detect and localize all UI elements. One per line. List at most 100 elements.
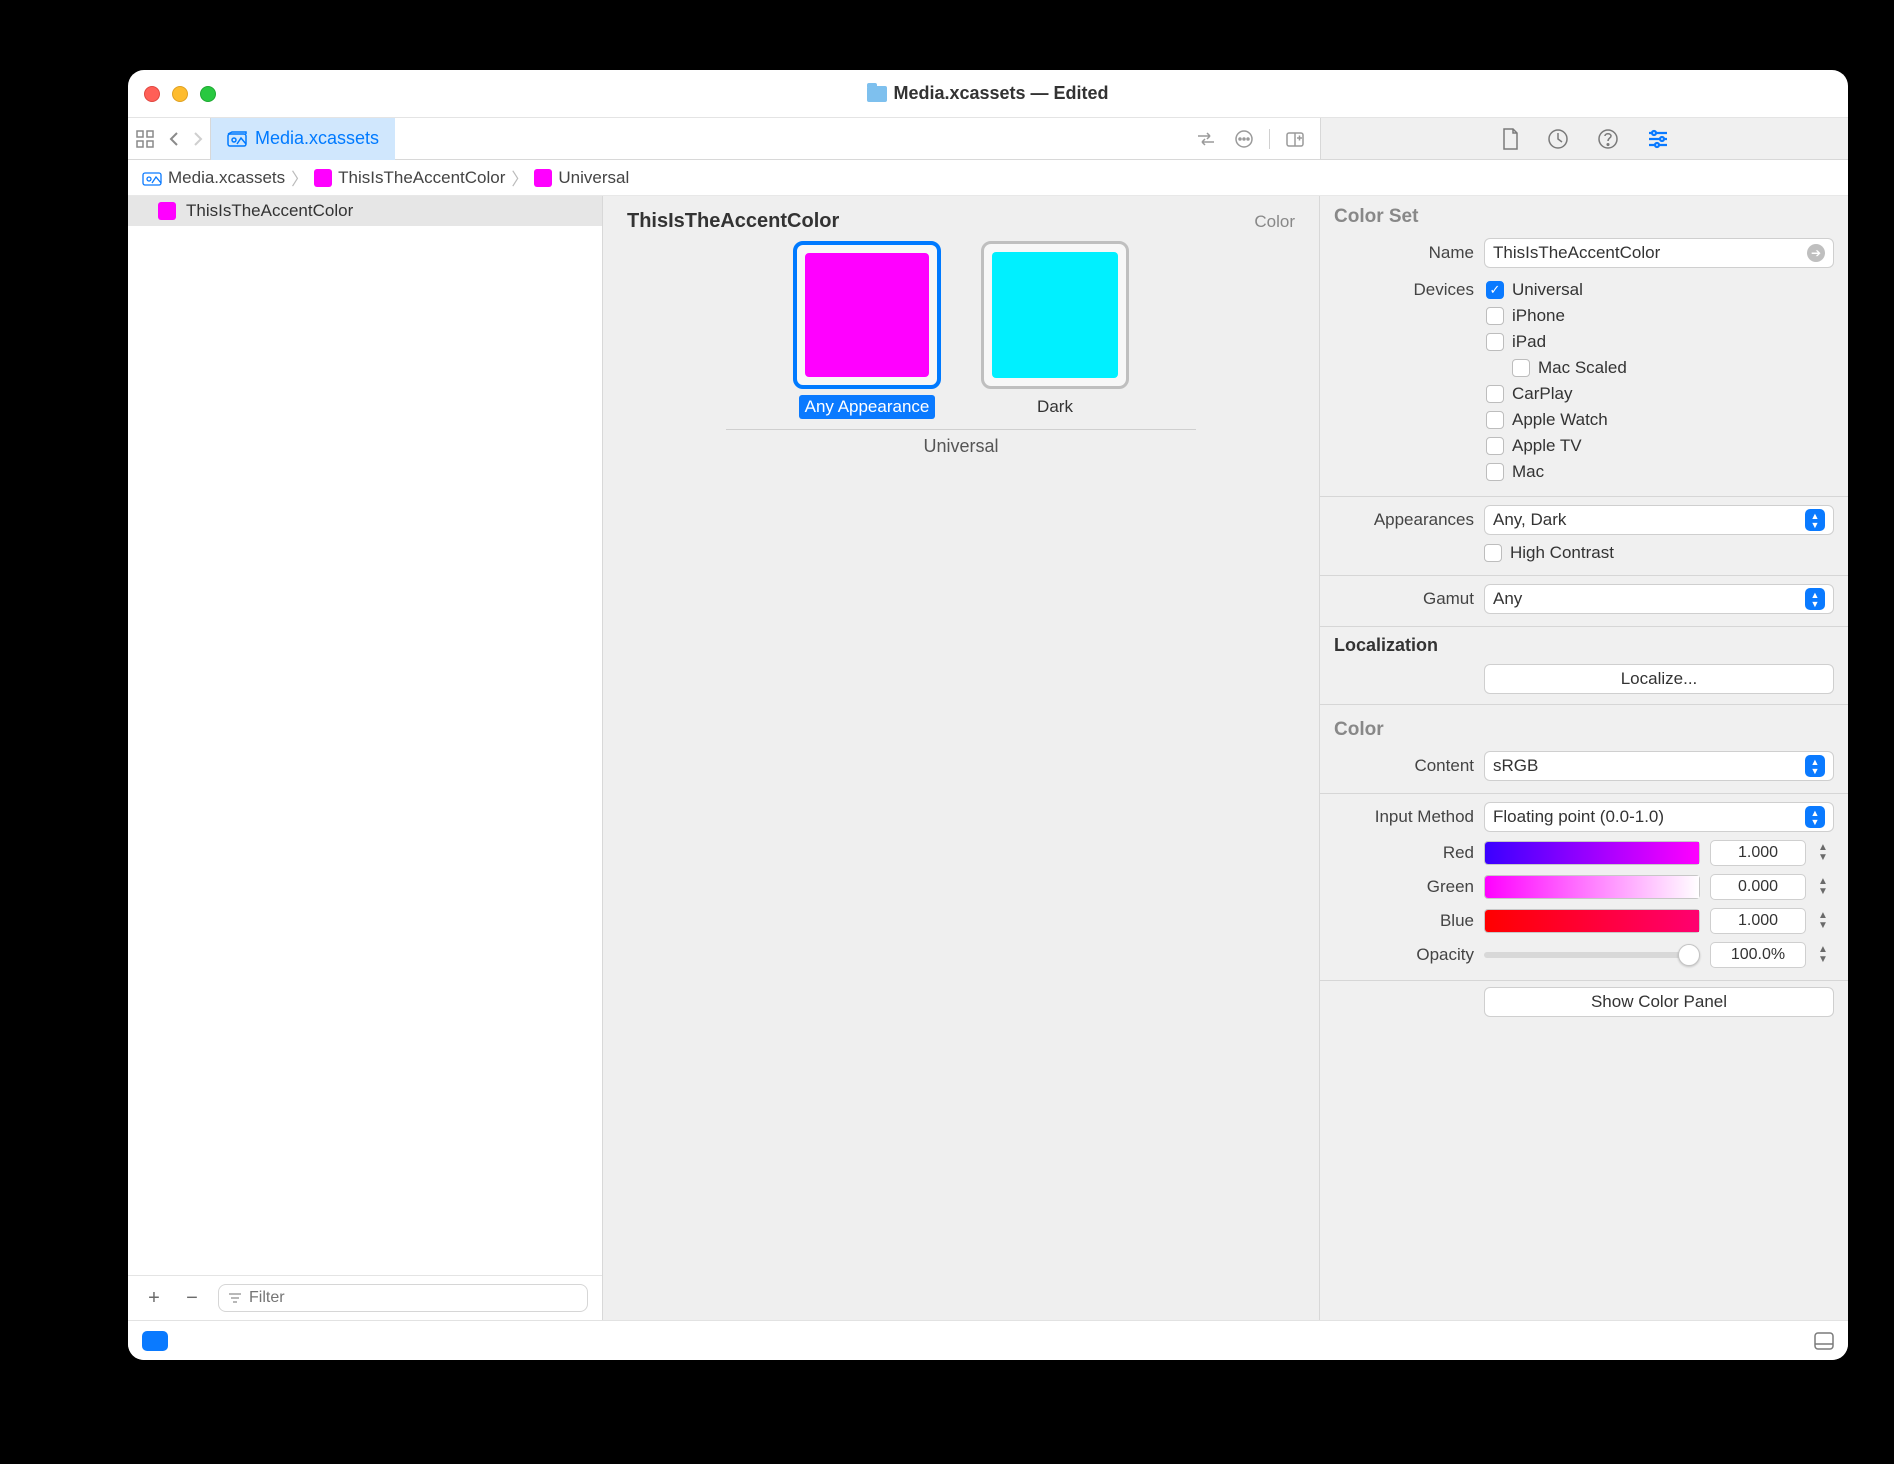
color-swatch-icon	[314, 169, 332, 187]
red-label: Red	[1334, 843, 1474, 863]
nav-forward-button[interactable]	[186, 118, 210, 160]
window-title: Media.xcassets — Edited	[867, 83, 1108, 104]
step-up-icon[interactable]: ▲	[1818, 878, 1834, 886]
name-field[interactable]: ➔	[1484, 238, 1834, 268]
appearances-select[interactable]: Any, Dark ▲▼	[1484, 505, 1834, 535]
green-slider[interactable]	[1484, 875, 1700, 899]
zoom-window-button[interactable]	[200, 86, 216, 102]
swatch-color	[992, 252, 1118, 378]
section-color: Color	[1320, 705, 1848, 747]
checkbox-icon[interactable]	[1486, 307, 1504, 325]
checkbox-icon[interactable]	[1486, 385, 1504, 403]
add-editor-icon[interactable]	[1278, 118, 1312, 160]
green-value[interactable]: 0.000	[1710, 874, 1806, 900]
attributes-inspector-icon[interactable]	[1647, 129, 1669, 149]
xcode-asset-editor-window: Media.xcassets — Edited Media.xcassets	[128, 70, 1848, 1360]
tab-label: Media.xcassets	[255, 128, 379, 149]
panel-toggle-icon[interactable]	[1814, 1332, 1834, 1350]
editor-tab[interactable]: Media.xcassets	[210, 118, 395, 160]
checkbox-icon[interactable]	[1484, 544, 1502, 562]
adjust-options-icon[interactable]	[1227, 118, 1261, 160]
outline-bottom-bar: + −	[128, 1275, 602, 1320]
add-button[interactable]: +	[142, 1287, 166, 1310]
checkbox-icon[interactable]	[1486, 333, 1504, 351]
outline-item[interactable]: ThisIsTheAccentColor	[128, 196, 602, 226]
show-color-panel-button[interactable]: Show Color Panel	[1484, 987, 1834, 1017]
filter-input[interactable]	[249, 1289, 579, 1307]
step-up-icon[interactable]: ▲	[1818, 844, 1834, 852]
device-universal[interactable]: ✓Universal	[1486, 280, 1627, 300]
color-swatch-icon	[534, 169, 552, 187]
file-inspector-icon[interactable]	[1501, 128, 1519, 150]
chevron-right-icon: 〉	[511, 165, 528, 190]
checkbox-icon[interactable]	[1512, 359, 1530, 377]
checkbox-icon[interactable]	[1486, 463, 1504, 481]
minimize-window-button[interactable]	[172, 86, 188, 102]
help-inspector-icon[interactable]	[1597, 128, 1619, 150]
device-mac-scaled[interactable]: Mac Scaled	[1486, 358, 1627, 378]
checkbox-icon[interactable]	[1486, 437, 1504, 455]
gamut-select[interactable]: Any ▲▼	[1484, 584, 1834, 614]
red-slider[interactable]	[1484, 841, 1700, 865]
navigate-icon[interactable]: ➔	[1807, 244, 1825, 262]
opacity-label: Opacity	[1334, 945, 1474, 965]
gamut-row: Gamut Any ▲▼	[1320, 576, 1848, 618]
device-carplay[interactable]: CarPlay	[1486, 384, 1627, 404]
remove-button[interactable]: −	[180, 1287, 204, 1310]
history-inspector-icon[interactable]	[1547, 128, 1569, 150]
related-items-icon[interactable]	[128, 118, 162, 160]
nav-back-button[interactable]	[162, 118, 186, 160]
opacity-slider[interactable]	[1484, 952, 1700, 958]
commit-arrows-icon[interactable]	[1189, 118, 1223, 160]
input-method-select[interactable]: Floating point (0.0-1.0) ▲▼	[1484, 802, 1834, 832]
stepper[interactable]: ▲▼	[1818, 946, 1834, 964]
localize-button[interactable]: Localize...	[1484, 664, 1834, 694]
stepper[interactable]: ▲▼	[1818, 878, 1834, 896]
nav-arrows	[162, 118, 210, 160]
swatch-dark[interactable]: Dark	[981, 241, 1129, 419]
name-label: Name	[1334, 243, 1474, 263]
input-method-value: Floating point (0.0-1.0)	[1493, 807, 1664, 827]
opacity-value[interactable]: 100.0%	[1710, 942, 1806, 968]
device-watch[interactable]: Apple Watch	[1486, 410, 1627, 430]
gamut-label: Gamut	[1334, 589, 1474, 609]
checkbox-icon[interactable]	[1486, 411, 1504, 429]
swatch-row: Any Appearance Dark	[726, 241, 1196, 430]
breadcrumb-variant[interactable]: Universal	[558, 168, 629, 188]
stepper[interactable]: ▲▼	[1818, 844, 1834, 862]
device-mac[interactable]: Mac	[1486, 462, 1627, 482]
step-up-icon[interactable]: ▲	[1818, 946, 1834, 954]
breadcrumb-root[interactable]: Media.xcassets	[168, 168, 285, 188]
step-down-icon[interactable]: ▼	[1818, 888, 1834, 896]
name-input[interactable]	[1493, 243, 1807, 263]
appearances-row: Appearances Any, Dark ▲▼	[1320, 497, 1848, 539]
close-window-button[interactable]	[144, 86, 160, 102]
window-controls	[144, 86, 216, 102]
device-iphone[interactable]: iPhone	[1486, 306, 1627, 326]
swatch-well[interactable]	[793, 241, 941, 389]
swatch-any-appearance[interactable]: Any Appearance	[793, 241, 941, 419]
swatch-well[interactable]	[981, 241, 1129, 389]
content-select[interactable]: sRGB ▲▼	[1484, 751, 1834, 781]
titlebar: Media.xcassets — Edited	[128, 70, 1848, 118]
device-appletv[interactable]: Apple TV	[1486, 436, 1627, 456]
step-down-icon[interactable]: ▼	[1818, 922, 1834, 930]
step-down-icon[interactable]: ▼	[1818, 854, 1834, 862]
canvas-panel: ThisIsTheAccentColor Color Any Appearanc…	[603, 196, 1320, 1320]
blue-value[interactable]: 1.000	[1710, 908, 1806, 934]
blue-label: Blue	[1334, 911, 1474, 931]
device-ipad[interactable]: iPad	[1486, 332, 1627, 352]
checkbox-icon[interactable]: ✓	[1486, 281, 1504, 299]
filter-field[interactable]	[218, 1284, 588, 1312]
highcontrast-checkbox[interactable]: High Contrast	[1484, 543, 1614, 563]
step-up-icon[interactable]: ▲	[1818, 912, 1834, 920]
red-value[interactable]: 1.000	[1710, 840, 1806, 866]
blue-slider[interactable]	[1484, 909, 1700, 933]
tag-pill-icon[interactable]	[142, 1331, 168, 1351]
step-down-icon[interactable]: ▼	[1818, 956, 1834, 964]
slider-knob[interactable]	[1678, 944, 1700, 966]
chevron-right-icon: 〉	[291, 165, 308, 190]
breadcrumb-asset[interactable]: ThisIsTheAccentColor	[338, 168, 505, 188]
stepper[interactable]: ▲▼	[1818, 912, 1834, 930]
bottom-bar	[128, 1320, 1848, 1360]
